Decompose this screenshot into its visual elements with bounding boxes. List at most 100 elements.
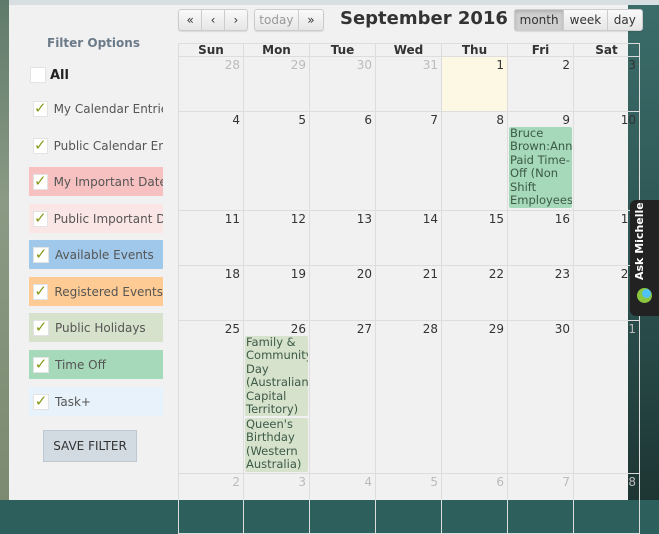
filter-item[interactable]: ✓ Public Holidays <box>29 313 163 342</box>
filter-item[interactable]: ✓ Available Events <box>29 240 163 269</box>
day-cell[interactable]: 18 <box>178 266 244 321</box>
day-number[interactable]: 19 <box>291 267 306 281</box>
day-number[interactable]: 21 <box>423 267 438 281</box>
day-cell[interactable]: 1 <box>442 57 508 112</box>
day-number[interactable]: 11 <box>225 212 240 226</box>
day-number[interactable]: 10 <box>621 113 636 127</box>
day-cell[interactable]: 2 <box>178 474 244 534</box>
day-cell[interactable]: 28 <box>178 57 244 112</box>
day-cell[interactable]: 25 <box>178 321 244 474</box>
day-number[interactable]: 9 <box>562 113 570 127</box>
view-day-button[interactable]: day <box>608 10 642 30</box>
checkmark-icon[interactable]: ✓ <box>33 100 48 117</box>
day-cell[interactable]: 14 <box>376 211 442 266</box>
day-cell[interactable]: 1 <box>574 321 640 474</box>
day-cell[interactable]: 26 Family & Community Day (Australian Cap… <box>244 321 310 474</box>
day-cell[interactable]: 4 <box>178 112 244 211</box>
day-cell[interactable]: 29 <box>442 321 508 474</box>
day-number[interactable]: 30 <box>555 322 570 336</box>
day-number[interactable]: 3 <box>628 58 636 72</box>
day-cell[interactable]: 2 <box>508 57 574 112</box>
day-number[interactable]: 5 <box>298 113 306 127</box>
checkmark-icon[interactable]: ✓ <box>33 210 48 227</box>
day-cell[interactable]: 5 <box>376 474 442 534</box>
checkmark-icon[interactable]: ✓ <box>33 283 49 300</box>
calendar-event[interactable]: Bruce Brown:Annual Paid Time-Off (Non Sh… <box>509 127 572 208</box>
day-cell[interactable]: 20 <box>310 266 376 321</box>
prev-button[interactable]: ‹ <box>202 10 225 30</box>
day-number[interactable]: 4 <box>232 113 240 127</box>
day-number[interactable]: 22 <box>489 267 504 281</box>
day-cell[interactable]: 8 <box>442 112 508 211</box>
day-cell[interactable]: 12 <box>244 211 310 266</box>
checkmark-icon[interactable]: ✓ <box>33 173 48 190</box>
day-number[interactable]: 8 <box>628 475 636 489</box>
day-number[interactable]: 8 <box>496 113 504 127</box>
save-filter-button[interactable]: SAVE FILTER <box>43 430 137 462</box>
day-cell[interactable]: 23 <box>508 266 574 321</box>
day-number[interactable]: 15 <box>489 212 504 226</box>
day-number[interactable]: 6 <box>496 475 504 489</box>
day-cell[interactable]: 13 <box>310 211 376 266</box>
calendar-event[interactable]: Family & Community Day (Australian Capit… <box>245 336 308 416</box>
day-cell[interactable]: 22 <box>442 266 508 321</box>
day-cell[interactable]: 31 <box>376 57 442 112</box>
day-cell[interactable]: 15 <box>442 211 508 266</box>
day-number[interactable]: 1 <box>628 322 636 336</box>
day-number[interactable]: 2 <box>562 58 570 72</box>
filter-item[interactable]: ✓ Public Calendar Entries <box>29 131 163 160</box>
day-number[interactable]: 23 <box>555 267 570 281</box>
day-number[interactable]: 29 <box>291 58 306 72</box>
day-cell[interactable]: 11 <box>178 211 244 266</box>
day-number[interactable]: 27 <box>357 322 372 336</box>
day-cell[interactable]: 19 <box>244 266 310 321</box>
filter-item[interactable]: ✓ Public Important Dates <box>29 204 163 233</box>
day-number[interactable]: 7 <box>430 113 438 127</box>
filter-all[interactable]: All <box>30 67 69 83</box>
day-cell[interactable]: 7 <box>376 112 442 211</box>
day-cell[interactable]: 28 <box>376 321 442 474</box>
day-cell[interactable]: 29 <box>244 57 310 112</box>
day-cell[interactable]: 9Bruce Brown:Annual Paid Time-Off (Non S… <box>508 112 574 211</box>
filter-item[interactable]: ✓ Registered Events <box>29 277 163 306</box>
day-number[interactable]: 20 <box>357 267 372 281</box>
day-number[interactable]: 6 <box>364 113 372 127</box>
ask-michelle-tab[interactable]: Ask Michelle <box>630 200 659 316</box>
filter-item[interactable]: ✓ My Calendar Entries <box>29 94 163 123</box>
day-cell[interactable]: 30 <box>508 321 574 474</box>
day-cell[interactable]: 10 <box>574 112 640 211</box>
calendar-event[interactable]: Queen's Birthday (Western Australia) <box>245 418 308 472</box>
day-number[interactable]: 28 <box>225 58 240 72</box>
next-button[interactable]: › <box>225 10 247 30</box>
filter-item[interactable]: ✓ Task+ <box>29 387 163 416</box>
day-cell[interactable]: 27 <box>310 321 376 474</box>
filter-item[interactable]: ✓ My Important Dates <box>29 167 163 196</box>
day-number[interactable]: 16 <box>555 212 570 226</box>
checkmark-icon[interactable]: ✓ <box>33 137 48 154</box>
day-number[interactable]: 4 <box>364 475 372 489</box>
day-number[interactable]: 29 <box>489 322 504 336</box>
day-cell[interactable]: 4 <box>310 474 376 534</box>
day-cell[interactable]: 5 <box>244 112 310 211</box>
day-cell[interactable]: 8 <box>574 474 640 534</box>
day-number[interactable]: 26 <box>291 322 306 336</box>
day-number[interactable]: 12 <box>291 212 306 226</box>
day-number[interactable]: 13 <box>357 212 372 226</box>
filter-item[interactable]: ✓ Time Off <box>29 350 163 379</box>
view-week-button[interactable]: week <box>564 10 608 30</box>
day-number[interactable]: 1 <box>496 58 504 72</box>
day-cell[interactable]: 3 <box>574 57 640 112</box>
day-number[interactable]: 30 <box>357 58 372 72</box>
checkmark-icon[interactable]: ✓ <box>33 356 49 373</box>
checkmark-icon[interactable]: ✓ <box>33 319 49 336</box>
day-cell[interactable]: 16 <box>508 211 574 266</box>
view-month-button[interactable]: month <box>515 10 565 30</box>
day-number[interactable]: 3 <box>298 475 306 489</box>
prev-year-button[interactable]: « <box>179 10 203 30</box>
day-number[interactable]: 31 <box>423 58 438 72</box>
day-cell[interactable]: 3 <box>244 474 310 534</box>
day-number[interactable]: 14 <box>423 212 438 226</box>
day-number[interactable]: 5 <box>430 475 438 489</box>
day-number[interactable]: 28 <box>423 322 438 336</box>
today-button[interactable]: today <box>255 10 299 30</box>
